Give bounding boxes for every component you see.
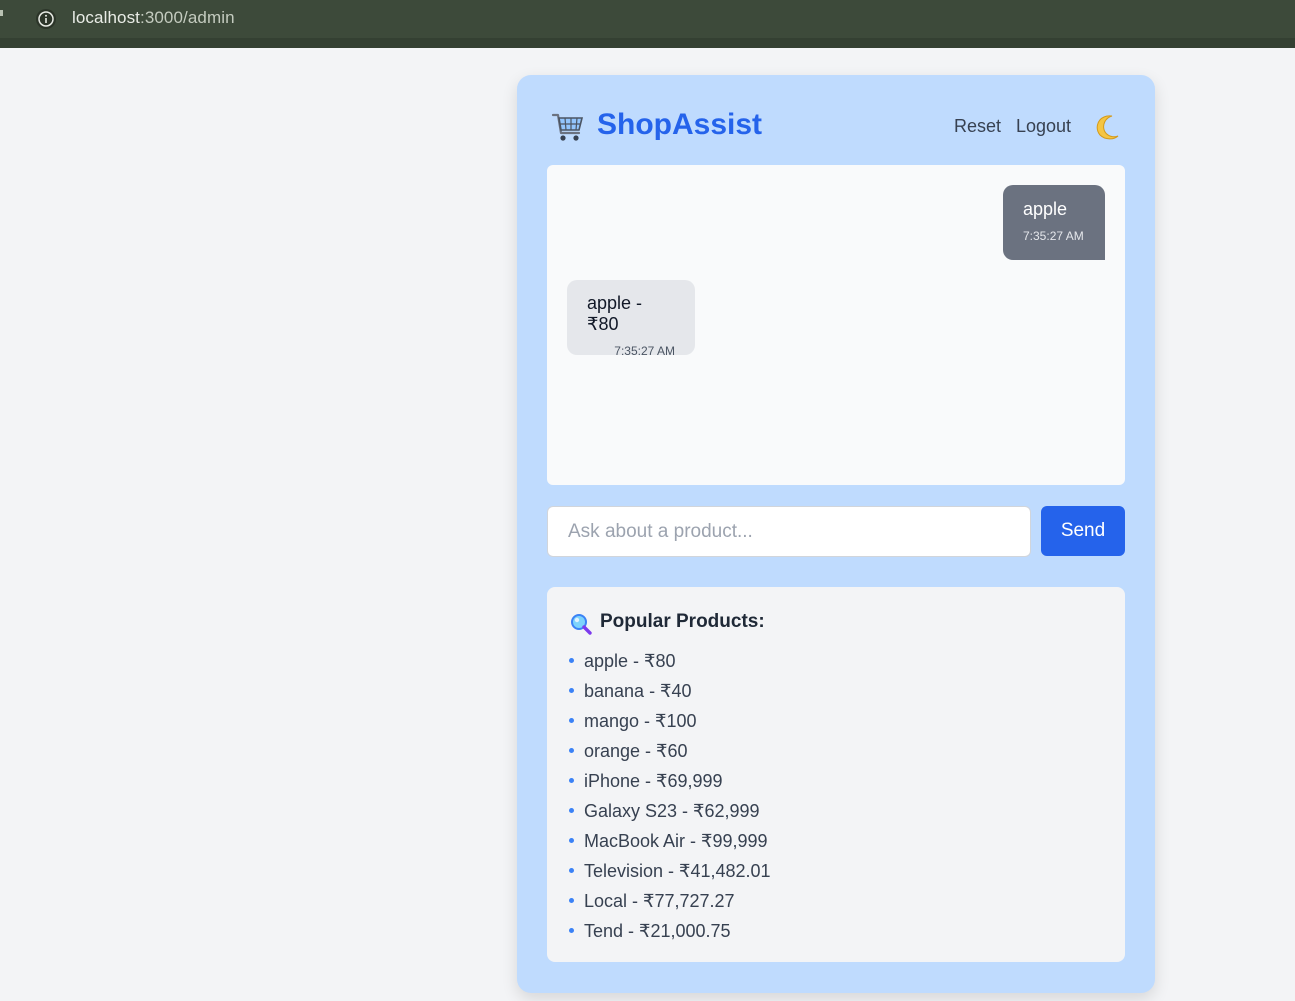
product-item: mango - ₹100 xyxy=(567,709,771,739)
bullet xyxy=(569,927,574,933)
bullet xyxy=(569,867,574,873)
product-label: MacBook Air - ₹99,999 xyxy=(584,831,768,851)
product-label: apple - ₹80 xyxy=(584,651,676,671)
message-text: apple xyxy=(1023,199,1068,219)
bullet xyxy=(569,657,574,663)
bullet xyxy=(569,717,574,723)
url-path: :3000/admin xyxy=(140,8,235,27)
product-label: mango - ₹100 xyxy=(584,711,697,731)
popular-products-list: apple - ₹80 banana - ₹40 mango - ₹100 or… xyxy=(567,649,771,949)
product-item: iPhone - ₹69,999 xyxy=(567,769,771,799)
product-item: MacBook Air - ₹99,999 xyxy=(567,829,771,859)
message-text: apple - ₹80 xyxy=(587,293,643,334)
product-item: Local - ₹77,727.27 xyxy=(567,889,771,919)
bullet xyxy=(569,897,574,903)
product-item: orange - ₹60 xyxy=(567,739,771,769)
popular-products-title: Popular Products: xyxy=(600,611,765,632)
logout-button[interactable]: Logout xyxy=(1016,116,1071,137)
product-label: banana - ₹40 xyxy=(584,681,692,701)
product-label: orange - ₹60 xyxy=(584,741,688,761)
shopping-cart-icon xyxy=(551,111,585,143)
crescent-moon-icon[interactable] xyxy=(1095,114,1121,140)
bullet xyxy=(569,777,574,783)
send-button[interactable]: Send xyxy=(1041,506,1125,556)
url-host: localhost xyxy=(72,8,140,27)
toolbar-bottom-edge xyxy=(0,38,1295,48)
bot-message: apple - ₹80 7:35:27 AM xyxy=(567,280,695,358)
product-item: Television - ₹41,482.01 xyxy=(567,859,771,889)
message-timestamp: 7:35:27 AM xyxy=(614,344,675,358)
product-item: Tend - ₹21,000.75 xyxy=(567,919,771,949)
bullet xyxy=(569,687,574,693)
tab-edge-marker xyxy=(0,10,3,16)
info-icon[interactable] xyxy=(36,9,56,29)
magnifying-glass-icon xyxy=(569,612,593,636)
product-item: apple - ₹80 xyxy=(567,649,771,679)
message-timestamp: 7:35:27 AM xyxy=(1023,229,1084,243)
shop-assist-panel: ShopAssist Reset Logout apple 7:35:27 AM… xyxy=(517,75,1155,993)
product-question-input[interactable] xyxy=(547,506,1031,557)
bullet xyxy=(569,807,574,813)
chat-window[interactable]: apple 7:35:27 AM apple - ₹80 7:35:27 AM xyxy=(547,165,1125,485)
brand-title: ShopAssist xyxy=(597,108,763,141)
bullet xyxy=(569,747,574,753)
product-item: banana - ₹40 xyxy=(567,679,771,709)
address-url[interactable]: localhost:3000/admin xyxy=(72,8,235,28)
product-item: Galaxy S23 - ₹62,999 xyxy=(567,799,771,829)
browser-toolbar: localhost:3000/admin xyxy=(0,0,1295,48)
product-label: Television - ₹41,482.01 xyxy=(584,861,771,881)
user-message: apple 7:35:27 AM xyxy=(1003,185,1105,260)
product-label: iPhone - ₹69,999 xyxy=(584,771,723,791)
popular-products-panel: Popular Products: apple - ₹80 banana - ₹… xyxy=(547,587,1125,962)
reset-button[interactable]: Reset xyxy=(954,116,1001,137)
product-label: Local - ₹77,727.27 xyxy=(584,891,735,911)
product-label: Tend - ₹21,000.75 xyxy=(584,921,731,941)
product-label: Galaxy S23 - ₹62,999 xyxy=(584,801,760,821)
bullet xyxy=(569,837,574,843)
